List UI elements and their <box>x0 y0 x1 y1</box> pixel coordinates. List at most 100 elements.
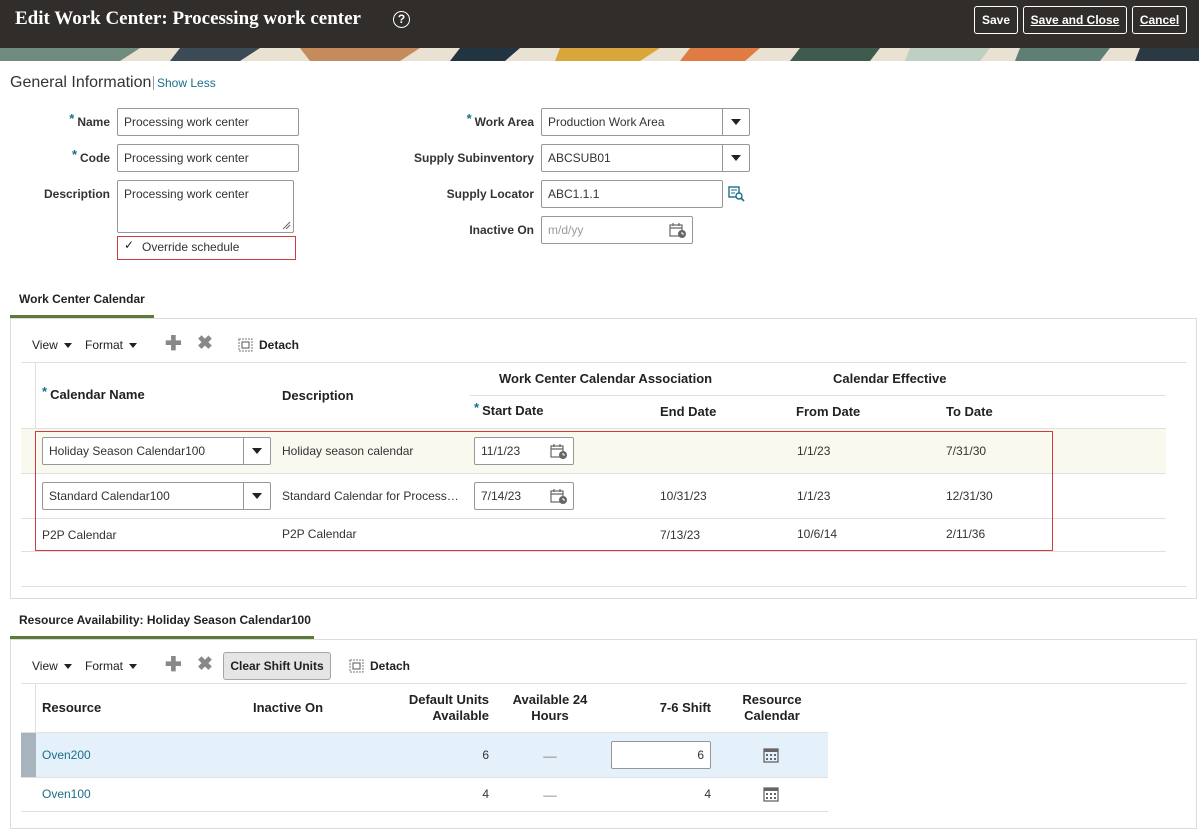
chevron-down-icon <box>731 155 741 161</box>
format-menu-label: Format <box>85 338 124 352</box>
column-header-description: Description <box>282 388 354 403</box>
code-field[interactable]: Processing work center <box>117 144 299 172</box>
format-menu[interactable]: Format <box>85 659 138 673</box>
divider <box>21 362 1187 363</box>
detach-label: Detach <box>370 659 411 673</box>
add-icon[interactable]: ✚ <box>165 655 182 675</box>
tab-work-center-calendar[interactable]: Work Center Calendar <box>19 292 145 306</box>
supply-subinventory-select[interactable]: ABCSUB01 <box>541 144 750 172</box>
chevron-down-icon <box>129 663 138 669</box>
add-icon[interactable]: ✚ <box>165 334 182 354</box>
clear-shift-units-button[interactable]: Clear Shift Units <box>223 652 331 680</box>
save-and-close-button[interactable]: Save and Close <box>1023 6 1127 34</box>
detach-icon <box>238 338 253 352</box>
default-units: 4 <box>482 787 489 801</box>
description-field[interactable]: Processing work center <box>117 180 294 233</box>
tab-resource-availability[interactable]: Resource Availability: Holiday Season Ca… <box>19 613 311 627</box>
column-header-calendar-name: * Calendar Name <box>42 384 145 402</box>
divider <box>21 586 1187 587</box>
column-header-available-24-line2: Hours <box>531 708 569 723</box>
view-menu[interactable]: View <box>32 338 72 352</box>
column-header-resource-calendar-line2: Calendar <box>744 708 800 723</box>
show-less-link[interactable]: Show Less <box>153 76 216 90</box>
divider <box>21 777 828 778</box>
shift-units-input[interactable]: 6 <box>611 741 711 769</box>
general-information-title: General Information <box>10 74 152 91</box>
delete-icon[interactable]: ✖ <box>197 655 213 675</box>
column-header-calendar-name-text: Calendar Name <box>50 387 145 402</box>
required-marker: * <box>466 111 472 126</box>
save-button[interactable]: Save <box>974 6 1018 34</box>
supply-subinventory-value: ABCSUB01 <box>548 151 611 165</box>
column-header-default-units-line1: Default Units <box>408 692 489 707</box>
supply-subinventory-label: Supply Subinventory <box>413 151 534 165</box>
column-header-available-24-line1: Available 24 <box>512 692 588 707</box>
column-header-resource-calendar: Resource Calendar <box>730 692 814 724</box>
resource-link[interactable]: Oven200 <box>42 748 91 762</box>
detach-icon <box>349 659 364 673</box>
supply-subinventory-dropdown-button[interactable] <box>722 145 749 171</box>
divider <box>21 683 1187 684</box>
available-24-hours: __ <box>543 744 557 758</box>
view-menu[interactable]: View <box>32 659 72 673</box>
shift-units: 4 <box>704 787 711 801</box>
cancel-button[interactable]: Cancel <box>1132 6 1187 34</box>
column-header-resource-calendar-line1: Resource <box>742 692 802 707</box>
detach-label: Detach <box>259 338 300 352</box>
work-area-label-text: Work Area <box>474 115 534 129</box>
default-units: 6 <box>482 748 489 762</box>
work-area-label: * Work Area <box>400 111 534 129</box>
page-title: Edit Work Center: Processing work center <box>15 8 361 29</box>
divider <box>21 551 1166 552</box>
available-24-hours: __ <box>543 783 557 797</box>
calendar-rows-highlight <box>35 431 1053 551</box>
calendar-icon[interactable] <box>669 223 687 239</box>
association-group-header: Work Center Calendar Association <box>499 371 713 386</box>
required-marker: * <box>42 384 48 399</box>
column-header-shift: 7-6 Shift <box>659 700 711 715</box>
supply-locator-label: Supply Locator <box>446 187 534 201</box>
override-schedule-label: Override schedule <box>142 240 240 254</box>
column-header-default-units: Default Units Available <box>380 692 489 724</box>
chevron-down-icon <box>63 342 72 348</box>
help-icon[interactable]: ? <box>393 11 410 28</box>
delete-icon[interactable]: ✖ <box>197 334 213 354</box>
effective-group-header: Calendar Effective <box>833 371 947 386</box>
divider <box>470 395 1166 396</box>
search-icon[interactable] <box>728 186 745 202</box>
column-header-available-24-hours: Available 24 Hours <box>500 692 600 724</box>
chevron-down-icon <box>129 342 138 348</box>
override-schedule-checkbox[interactable]: ✓ <box>124 238 134 252</box>
inactive-on-field[interactable]: m/d/yy <box>541 216 693 244</box>
view-menu-label: View <box>32 338 58 352</box>
inactive-on-placeholder: m/d/yy <box>548 223 584 237</box>
column-header-to-date: To Date <box>946 404 993 419</box>
divider <box>35 362 36 428</box>
required-marker: * <box>69 111 75 126</box>
work-area-dropdown-button[interactable] <box>722 109 749 135</box>
column-header-start-date: * Start Date <box>474 400 544 418</box>
resource-link[interactable]: Oven100 <box>42 787 91 801</box>
code-label: * Code <box>40 147 110 165</box>
decorative-banner <box>0 48 1199 61</box>
work-area-select[interactable]: Production Work Area <box>541 108 750 136</box>
work-area-value: Production Work Area <box>548 115 665 129</box>
divider <box>21 811 828 812</box>
name-field[interactable]: Processing work center <box>117 108 299 136</box>
detach-button[interactable]: Detach <box>349 659 410 673</box>
calendar-icon[interactable] <box>763 747 779 763</box>
detach-button[interactable]: Detach <box>238 338 299 352</box>
inactive-on-label: Inactive On <box>469 223 534 237</box>
resize-handle-icon[interactable] <box>282 221 291 230</box>
column-header-start-date-text: Start Date <box>482 403 544 418</box>
chevron-down-icon <box>63 663 72 669</box>
format-menu-label: Format <box>85 659 124 673</box>
chevron-down-icon <box>731 119 741 125</box>
code-label-text: Code <box>80 151 110 165</box>
calendar-icon[interactable] <box>763 786 779 802</box>
format-menu[interactable]: Format <box>85 338 138 352</box>
column-header-resource: Resource <box>42 700 102 715</box>
column-header-from-date: From Date <box>796 404 861 419</box>
supply-locator-field[interactable]: ABC1.1.1 <box>541 180 723 208</box>
required-marker: * <box>474 400 480 415</box>
